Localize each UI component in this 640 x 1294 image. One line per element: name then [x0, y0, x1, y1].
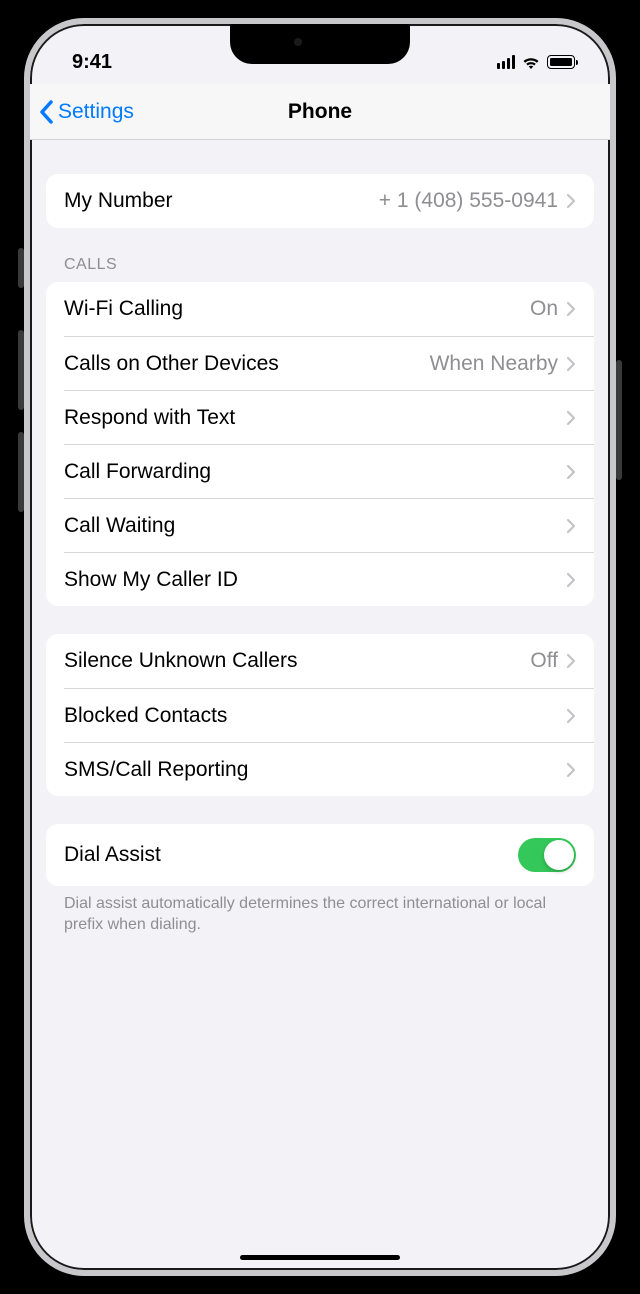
- row-label: Silence Unknown Callers: [64, 649, 297, 673]
- row-label: Blocked Contacts: [64, 704, 227, 728]
- row-label: SMS/Call Reporting: [64, 758, 248, 782]
- wifi-icon: [521, 55, 541, 70]
- row-label: Respond with Text: [64, 406, 235, 430]
- row-wifi-calling[interactable]: Wi-Fi Calling On: [46, 282, 594, 336]
- chevron-left-icon: [38, 99, 56, 125]
- chevron-right-icon: [566, 708, 576, 724]
- row-label: Call Waiting: [64, 514, 175, 538]
- chevron-right-icon: [566, 410, 576, 426]
- row-my-number[interactable]: My Number + 1 (408) 555-0941: [46, 174, 594, 228]
- row-value: Off: [530, 649, 558, 673]
- row-value: On: [530, 297, 558, 321]
- row-show-caller-id[interactable]: Show My Caller ID: [64, 552, 594, 606]
- battery-icon: [547, 55, 578, 69]
- chevron-right-icon: [566, 464, 576, 480]
- nav-bar: Settings Phone: [30, 84, 610, 140]
- row-label: Call Forwarding: [64, 460, 211, 484]
- home-indicator[interactable]: [240, 1255, 400, 1260]
- row-sms-call-reporting[interactable]: SMS/Call Reporting: [64, 742, 594, 796]
- row-call-forwarding[interactable]: Call Forwarding: [64, 444, 594, 498]
- section-header-calls: CALLS: [46, 256, 594, 282]
- chevron-right-icon: [566, 572, 576, 588]
- row-label: Show My Caller ID: [64, 568, 238, 592]
- row-respond-with-text[interactable]: Respond with Text: [64, 390, 594, 444]
- cellular-signal-icon: [497, 55, 515, 69]
- status-time: 9:41: [72, 51, 112, 74]
- chevron-right-icon: [566, 193, 576, 209]
- back-button[interactable]: Settings: [38, 99, 134, 125]
- row-dial-assist: Dial Assist: [46, 824, 594, 886]
- settings-content[interactable]: My Number + 1 (408) 555-0941 CALLS Wi-Fi…: [30, 140, 610, 1270]
- chevron-right-icon: [566, 356, 576, 372]
- dial-assist-footer: Dial assist automatically determines the…: [46, 886, 594, 936]
- chevron-right-icon: [566, 653, 576, 669]
- row-label: My Number: [64, 189, 173, 213]
- row-silence-unknown-callers[interactable]: Silence Unknown Callers Off: [46, 634, 594, 688]
- row-blocked-contacts[interactable]: Blocked Contacts: [64, 688, 594, 742]
- chevron-right-icon: [566, 301, 576, 317]
- row-call-waiting[interactable]: Call Waiting: [64, 498, 594, 552]
- dial-assist-toggle[interactable]: [518, 838, 576, 872]
- row-label: Dial Assist: [64, 843, 161, 867]
- back-label: Settings: [58, 100, 134, 124]
- row-label: Wi-Fi Calling: [64, 297, 183, 321]
- row-calls-other-devices[interactable]: Calls on Other Devices When Nearby: [64, 336, 594, 390]
- row-value: When Nearby: [430, 352, 558, 376]
- phone-screen: 9:41 Settings Phone: [24, 18, 616, 1276]
- chevron-right-icon: [566, 762, 576, 778]
- page-title: Phone: [288, 100, 352, 124]
- phone-notch: [230, 24, 410, 64]
- row-label: Calls on Other Devices: [64, 352, 279, 376]
- row-value: + 1 (408) 555-0941: [379, 189, 558, 213]
- chevron-right-icon: [566, 518, 576, 534]
- phone-power-button: [616, 360, 622, 480]
